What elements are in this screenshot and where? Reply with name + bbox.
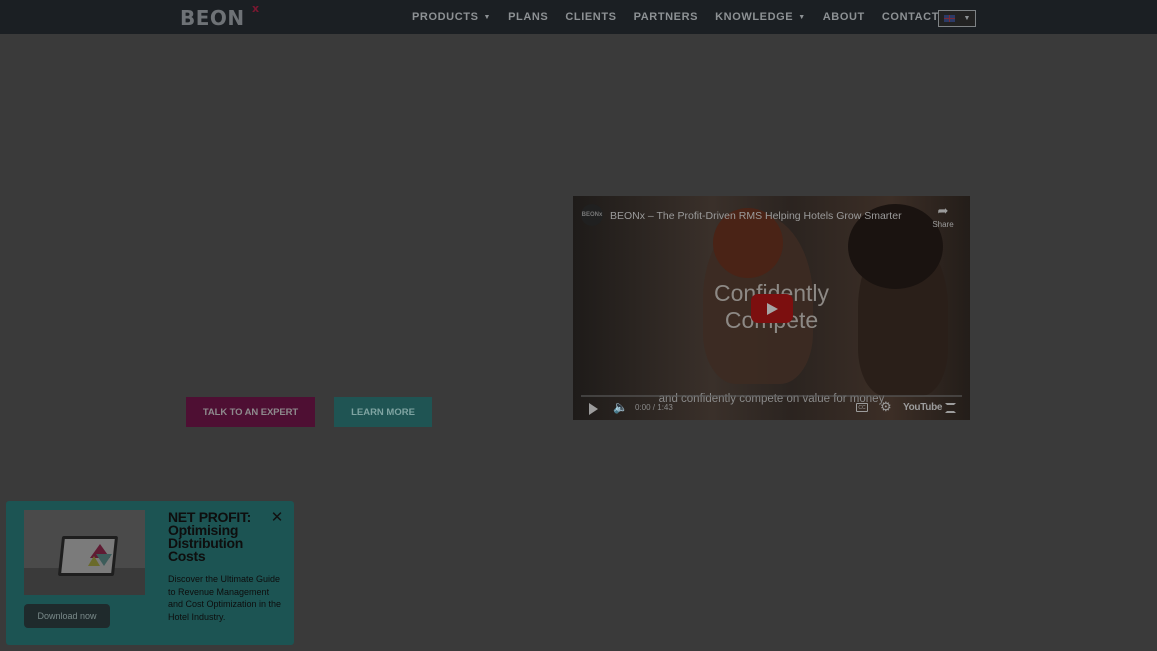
talk-to-expert-button[interactable]: TALK TO AN EXPERT bbox=[186, 397, 315, 427]
video-controls: 🔈 0:00 / 1:43 CC ⚙ YouTube bbox=[573, 397, 970, 420]
popup-description: Discover the Ultimate Guide to Revenue M… bbox=[168, 574, 282, 623]
caret-down-icon: ▼ bbox=[483, 13, 492, 21]
nav-label: PRODUCTS bbox=[412, 11, 479, 23]
logo-superscript: x bbox=[252, 2, 260, 15]
youtube-video-player[interactable]: BEONx BEONx – The Profit-Driven RMS Help… bbox=[573, 196, 970, 420]
captions-icon[interactable]: CC bbox=[856, 403, 868, 412]
caret-down-icon: ▼ bbox=[963, 15, 971, 22]
image-graphic-shape bbox=[88, 556, 100, 566]
nav-contact[interactable]: CONTACT bbox=[882, 11, 939, 23]
video-time: 0:00 / 1:43 bbox=[635, 403, 673, 412]
share-button[interactable]: ➦ Share bbox=[931, 203, 955, 230]
settings-gear-icon[interactable]: ⚙ bbox=[880, 399, 892, 415]
learn-more-button[interactable]: LEARN MORE bbox=[334, 397, 432, 427]
popup-title: NET PROFIT: Optimising Distribution Cost… bbox=[168, 509, 252, 564]
nav-about[interactable]: ABOUT bbox=[823, 11, 865, 23]
nav-products[interactable]: PRODUCTS ▼ bbox=[412, 11, 491, 23]
main-nav: PRODUCTS ▼ PLANS CLIENTS PARTNERS KNOWLE… bbox=[412, 0, 972, 34]
close-icon[interactable]: ✕ bbox=[270, 510, 284, 525]
share-icon: ➦ bbox=[937, 203, 949, 218]
nav-label: ABOUT bbox=[822, 11, 865, 23]
nav-label: KNOWLEDGE bbox=[715, 11, 794, 23]
youtube-logo[interactable]: YouTube bbox=[903, 402, 943, 413]
nav-label: CONTACT bbox=[881, 11, 940, 23]
share-label: Share bbox=[932, 220, 954, 229]
download-now-button[interactable]: Download now bbox=[24, 604, 110, 628]
logo-text: BEON bbox=[180, 6, 245, 30]
nav-label: PLANS bbox=[508, 11, 549, 23]
site-header: BEON x PRODUCTS ▼ PLANS CLIENTS PARTNERS… bbox=[0, 0, 1157, 34]
fullscreen-icon[interactable] bbox=[945, 403, 956, 413]
nav-label: PARTNERS bbox=[633, 11, 699, 23]
nav-plans[interactable]: PLANS bbox=[508, 11, 548, 23]
nav-partners[interactable]: PARTNERS bbox=[634, 11, 699, 23]
caret-down-icon: ▼ bbox=[798, 13, 806, 21]
uk-flag-icon bbox=[943, 15, 955, 22]
nav-clients[interactable]: CLIENTS bbox=[565, 11, 616, 23]
video-title[interactable]: BEONx – The Profit-Driven RMS Helping Ho… bbox=[610, 210, 902, 222]
beon-logo[interactable]: BEON x bbox=[180, 2, 259, 30]
youtube-play-button[interactable] bbox=[751, 294, 793, 323]
channel-avatar[interactable]: BEONx bbox=[581, 204, 603, 226]
play-icon[interactable] bbox=[589, 403, 598, 415]
ebook-cover-image bbox=[24, 510, 145, 595]
volume-icon[interactable]: 🔈 bbox=[613, 400, 628, 414]
nav-knowledge[interactable]: KNOWLEDGE ▼ bbox=[715, 11, 806, 23]
language-selector[interactable]: ▼ bbox=[938, 10, 976, 27]
promo-popup: NET PROFIT: Optimising Distribution Cost… bbox=[6, 501, 294, 645]
nav-label: CLIENTS bbox=[565, 11, 617, 23]
